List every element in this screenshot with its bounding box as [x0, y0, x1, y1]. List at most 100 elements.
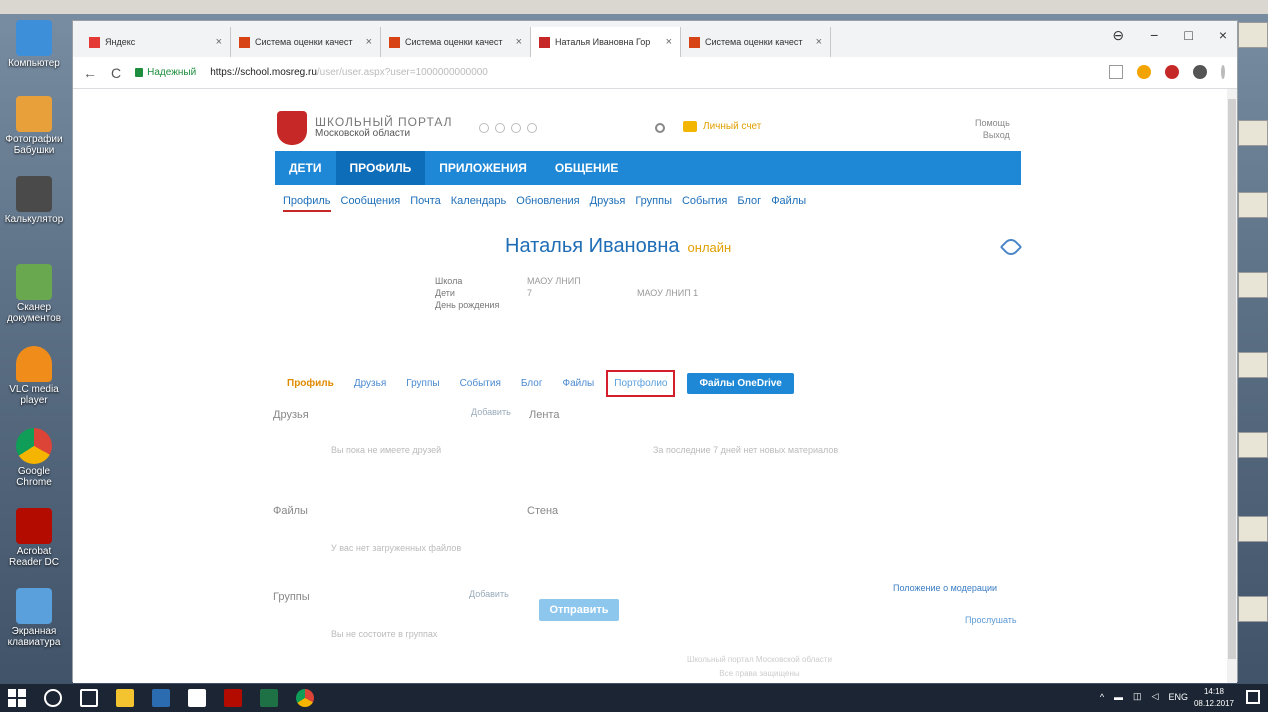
profile-icon[interactable]: ⊖	[1112, 27, 1124, 44]
back-arrow-icon[interactable]: ←	[83, 65, 97, 81]
nav-apps[interactable]: ПРИЛОЖЕНИЯ	[425, 151, 541, 185]
subnav-files[interactable]: Файлы	[771, 195, 806, 212]
subnav-blog[interactable]: Блог	[737, 195, 761, 212]
desktop-icon-right-2[interactable]	[1238, 120, 1268, 146]
desktop-icon-right-4[interactable]	[1238, 272, 1268, 298]
desktop-icon-calculator[interactable]: Калькулятор	[2, 176, 66, 225]
desktop-icon-chrome[interactable]: Google Chrome	[2, 428, 66, 488]
nav-communication[interactable]: ОБЩЕНИЕ	[541, 151, 633, 185]
notifications-icon[interactable]	[510, 123, 521, 133]
minimize-button[interactable]: −	[1150, 27, 1158, 44]
chevron-up-icon[interactable]: ^	[1100, 692, 1104, 702]
url-field[interactable]: https://school.mosreg.ru/user/user.aspx?…	[210, 67, 810, 78]
close-icon[interactable]: ×	[666, 36, 672, 48]
desktop-icon-right-7[interactable]	[1238, 516, 1268, 542]
user-icon[interactable]	[494, 123, 505, 133]
maximize-button[interactable]: □	[1184, 27, 1192, 44]
settings-icon[interactable]	[526, 123, 537, 133]
search-icon[interactable]	[655, 123, 665, 133]
desktop-icon-vlc[interactable]: VLC media player	[2, 346, 66, 406]
desktop-icon-keyboard[interactable]: Экранная клавиатура	[2, 588, 66, 648]
portal-logo[interactable]: ШКОЛЬНЫЙ ПОРТАЛ Московской области	[277, 111, 537, 145]
browser-tab-quality-1[interactable]: Система оценки качест ×	[231, 27, 381, 57]
reload-icon[interactable]: C	[111, 65, 121, 81]
close-icon[interactable]: ×	[816, 36, 822, 48]
page-scrollbar[interactable]	[1227, 89, 1237, 683]
subnav-friends[interactable]: Друзья	[590, 195, 626, 212]
desktop-icon-photos[interactable]: Фотографии Бабушки	[2, 96, 66, 156]
chrome-icon[interactable]	[296, 689, 314, 707]
extension-icon[interactable]	[1137, 65, 1151, 79]
browser-tab-quality-3[interactable]: Система оценки качест ×	[681, 27, 831, 57]
subnav-profile[interactable]: Профиль	[283, 195, 331, 212]
subnav-calendar[interactable]: Календарь	[451, 195, 507, 212]
volume-icon[interactable]: ◁	[1152, 691, 1159, 702]
browser-tab-yandex[interactable]: Яндекс ×	[81, 27, 231, 57]
clock[interactable]: 14:18 08.12.2017	[1194, 686, 1234, 710]
messages-icon[interactable]	[478, 123, 489, 133]
close-window-button[interactable]: ×	[1219, 27, 1227, 44]
star-bookmark-icon[interactable]	[1109, 65, 1123, 79]
close-icon[interactable]: ×	[516, 36, 522, 48]
acrobat-icon[interactable]	[224, 689, 242, 707]
subnav-messages[interactable]: Сообщения	[341, 195, 401, 212]
network-icon[interactable]: ◫	[1133, 691, 1142, 702]
windows-start-icon[interactable]	[8, 689, 26, 707]
menu-dots-icon[interactable]	[1221, 65, 1225, 79]
desktop-icon-acrobat[interactable]: Acrobat Reader DC	[2, 508, 66, 568]
ptab-profile[interactable]: Профиль	[287, 378, 334, 389]
desktop-icon-right-1[interactable]	[1238, 22, 1268, 48]
browser-tab-profile-active[interactable]: Наталья Ивановна Гор ×	[531, 27, 681, 57]
store-icon[interactable]	[188, 689, 206, 707]
notification-center-icon[interactable]	[1246, 690, 1260, 704]
add-friend-link[interactable]: Добавить	[471, 407, 511, 417]
nav-profile[interactable]: ПРОФИЛЬ	[335, 151, 426, 185]
ptab-friends[interactable]: Друзья	[354, 378, 386, 389]
desktop-icon-computer[interactable]: Компьютер	[2, 20, 66, 69]
info-extra[interactable]: МАОУ ЛНИП 1	[637, 287, 698, 299]
personal-account-link[interactable]: Личный счет	[683, 121, 761, 132]
desktop-icon-scanner[interactable]: Сканер документов	[2, 264, 66, 324]
secure-indicator[interactable]: Надежный	[135, 67, 196, 78]
scrollbar-thumb[interactable]	[1228, 99, 1236, 659]
portal-favicon-icon	[539, 36, 550, 48]
moderation-link[interactable]: Положение о модерации	[893, 583, 997, 593]
ptab-groups[interactable]: Группы	[406, 378, 439, 389]
nav-children[interactable]: ДЕТИ	[275, 151, 336, 185]
excel-icon[interactable]	[260, 689, 278, 707]
vlc-cone-icon	[16, 346, 52, 382]
close-icon[interactable]: ×	[366, 36, 372, 48]
desktop-icon-right-3[interactable]	[1238, 192, 1268, 218]
file-explorer-icon[interactable]	[116, 689, 134, 707]
ptab-events[interactable]: События	[460, 378, 501, 389]
desktop-icon-right-5[interactable]	[1238, 352, 1268, 378]
help-link[interactable]: Помощь	[975, 117, 1010, 129]
info-value[interactable]: 7	[527, 287, 637, 299]
extension-icon[interactable]	[1193, 65, 1207, 79]
yandex-favicon-icon	[89, 36, 100, 48]
send-button[interactable]: Отправить	[539, 599, 619, 621]
subnav-updates[interactable]: Обновления	[516, 195, 579, 212]
search-icon[interactable]	[44, 689, 62, 707]
language-indicator[interactable]: ENG	[1168, 692, 1188, 702]
subnav-groups[interactable]: Группы	[635, 195, 672, 212]
ptab-blog[interactable]: Блог	[521, 378, 543, 389]
battery-icon[interactable]: ▬	[1114, 692, 1123, 702]
close-icon[interactable]: ×	[216, 36, 222, 48]
ptab-portfolio[interactable]: Портфолио	[606, 370, 676, 397]
pencil-edit-icon[interactable]	[999, 235, 1023, 259]
desktop-icon-right-8[interactable]	[1238, 596, 1268, 622]
ptab-files[interactable]: Файлы	[562, 378, 594, 389]
onedrive-files-button[interactable]: Файлы OneDrive	[687, 373, 794, 394]
word-icon[interactable]	[152, 689, 170, 707]
desktop-icon-right-6[interactable]	[1238, 432, 1268, 458]
browser-tab-quality-2[interactable]: Система оценки качест ×	[381, 27, 531, 57]
add-group-link[interactable]: Добавить	[469, 589, 509, 599]
logout-link[interactable]: Выход	[975, 129, 1010, 141]
subnav-events[interactable]: События	[682, 195, 727, 212]
listen-link[interactable]: Прослушать	[965, 615, 1017, 625]
task-view-icon[interactable]	[80, 689, 98, 707]
info-value[interactable]: МАОУ ЛНИП	[527, 275, 637, 287]
subnav-mail[interactable]: Почта	[410, 195, 441, 212]
adblock-icon[interactable]	[1165, 65, 1179, 79]
